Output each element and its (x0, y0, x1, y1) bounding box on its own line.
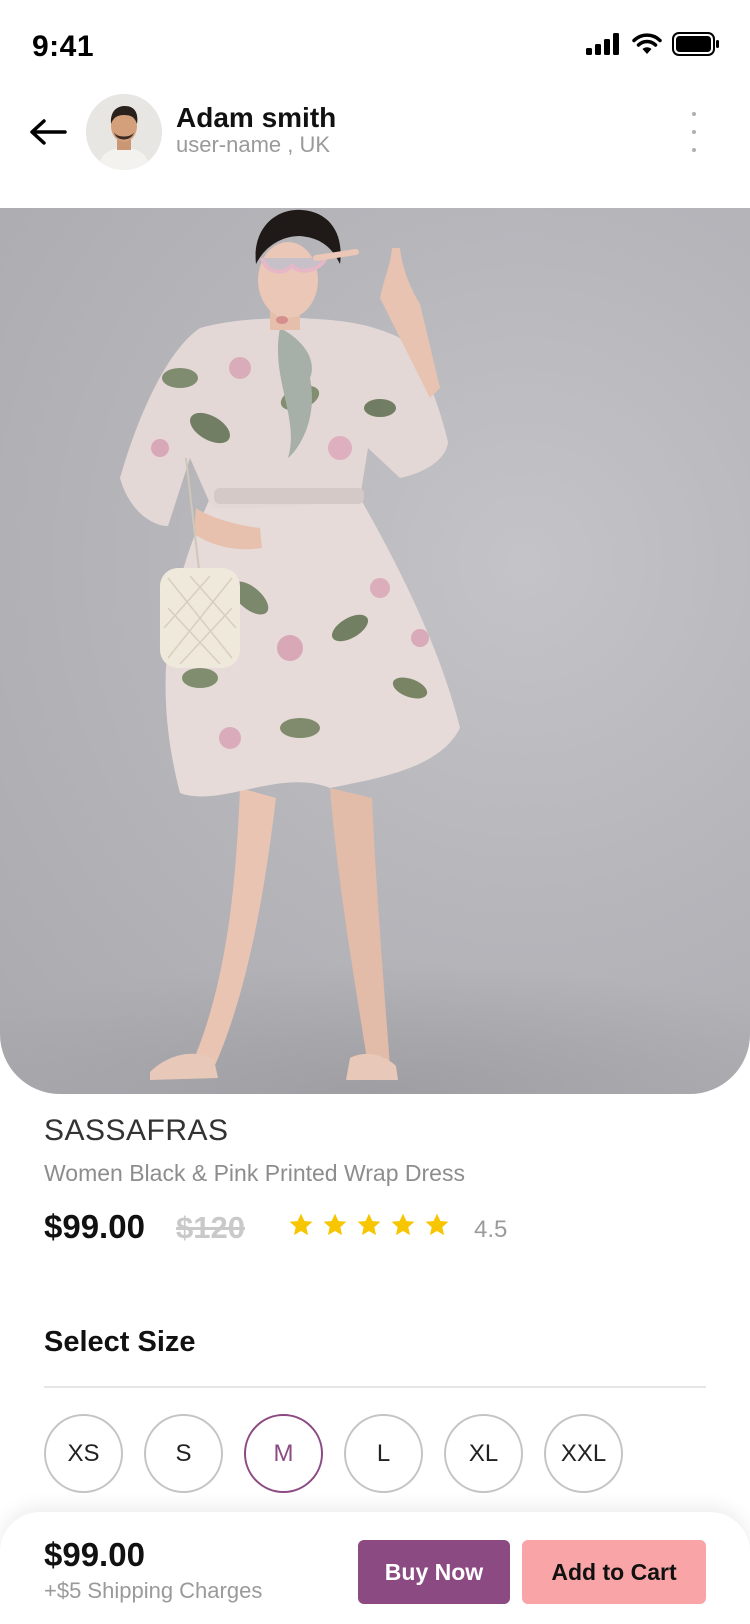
battery-icon (672, 32, 719, 56)
back-button[interactable] (26, 110, 70, 154)
avatar[interactable] (86, 94, 162, 170)
price-row: $99.00 $120 4.5 (44, 1208, 724, 1252)
shipping-charges: +$5 Shipping Charges (44, 1578, 263, 1603)
signal-icon (586, 33, 619, 55)
select-size-heading: Select Size (44, 1326, 196, 1358)
product-image[interactable] (0, 208, 750, 1094)
star-icon (323, 1213, 347, 1236)
size-option-s[interactable]: S (144, 1414, 223, 1493)
add-to-cart-button[interactable]: Add to Cart (522, 1540, 706, 1604)
star-icon (357, 1213, 381, 1236)
avatar-image (86, 94, 162, 170)
bottom-price: $99.00 (44, 1536, 145, 1573)
brand-name: SASSAFRAS (44, 1114, 229, 1147)
price: $99.00 (44, 1208, 145, 1245)
more-vertical-icon (692, 112, 696, 116)
rating-value: 4.5 (474, 1216, 508, 1243)
user-location: user-name , UK (176, 132, 331, 157)
user-name: Adam smith (176, 102, 337, 133)
size-option-l[interactable]: L (344, 1414, 423, 1493)
star-icon (391, 1213, 415, 1236)
bottom-bar: $99.00 +$5 Shipping Charges Buy Now Add … (0, 1512, 750, 1624)
size-option-xxl[interactable]: XXL (544, 1414, 623, 1493)
product-title: Women Black & Pink Printed Wrap Dress (44, 1160, 465, 1186)
size-options: XS S M L XL XXL (44, 1414, 623, 1493)
buy-now-button[interactable]: Buy Now (358, 1540, 510, 1604)
original-price: $120 (176, 1210, 245, 1245)
size-option-m[interactable]: M (244, 1414, 323, 1493)
profile-header: Adam smith user-name , UK (0, 90, 750, 200)
status-time: 9:41 (32, 30, 95, 63)
product-photo (0, 209, 750, 1094)
size-option-xs[interactable]: XS (44, 1414, 123, 1493)
status-icons (586, 32, 720, 56)
status-bar: 9:41 (0, 0, 750, 90)
size-option-xl[interactable]: XL (444, 1414, 523, 1493)
wifi-icon (632, 33, 662, 54)
divider (44, 1386, 706, 1388)
rating-stars (288, 1212, 450, 1238)
arrow-left-icon (30, 119, 67, 145)
star-icon (289, 1213, 313, 1236)
star-icon (425, 1213, 449, 1236)
more-options-button[interactable] (684, 112, 704, 152)
